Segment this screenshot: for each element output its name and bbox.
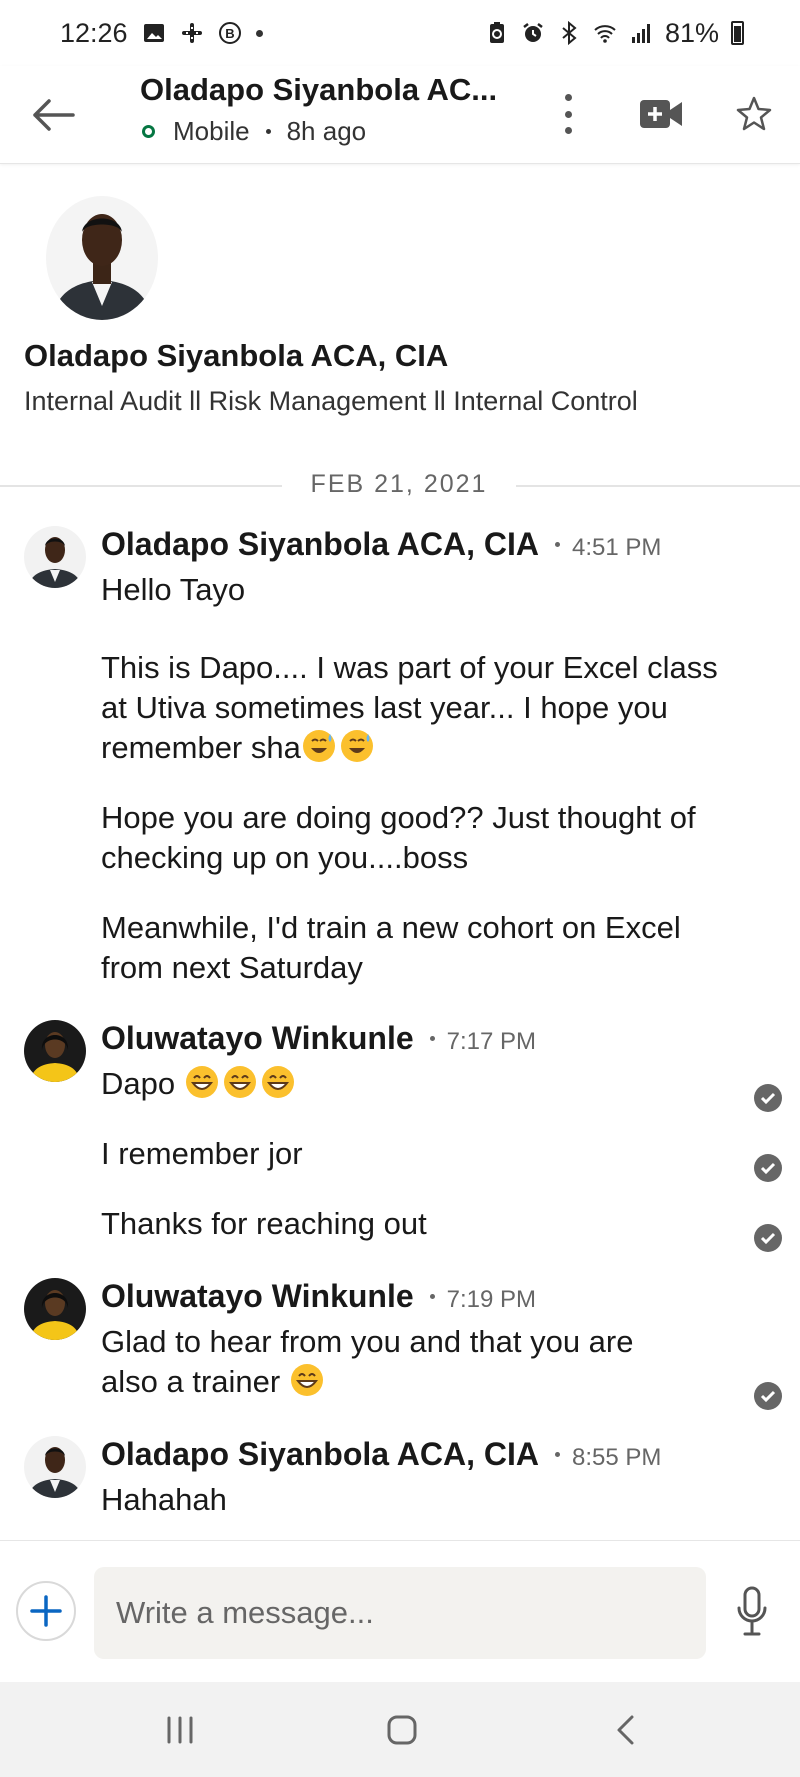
message-text: Dapo bbox=[101, 1064, 741, 1104]
grin-emoji bbox=[290, 1364, 323, 1396]
system-navigation-bar bbox=[0, 1682, 800, 1777]
avatar-person-image bbox=[46, 196, 158, 320]
sweat-smile-emoji bbox=[340, 730, 373, 762]
message-text: Thanks for reaching out bbox=[101, 1206, 427, 1241]
profile-avatar[interactable] bbox=[46, 196, 158, 320]
header-contact-name: Oladapo Siyanbola AC... bbox=[140, 72, 498, 107]
read-check-icon bbox=[754, 1224, 782, 1252]
message-sender: Oluwatayo Winkunle 7:19 PM bbox=[101, 1278, 536, 1315]
message-text-content: This is Dapo.... I was part of your Exce… bbox=[101, 650, 718, 765]
bluetooth-icon bbox=[562, 21, 577, 45]
sender-avatar[interactable] bbox=[24, 1436, 86, 1498]
avatar-person-image bbox=[24, 1278, 86, 1340]
separator-dot bbox=[429, 1294, 435, 1299]
read-check-icon bbox=[754, 1084, 782, 1112]
system-back-icon[interactable] bbox=[612, 1714, 640, 1746]
message-text: Hello Tayo bbox=[101, 572, 246, 607]
sender-avatar[interactable] bbox=[24, 1278, 86, 1340]
back-button[interactable] bbox=[28, 90, 78, 140]
message-group: Oluwatayo Winkunle 7:19 PM Glad to hear … bbox=[0, 1272, 800, 1412]
message-time: 7:17 PM bbox=[446, 1028, 537, 1055]
battery-percent: 81% bbox=[664, 17, 719, 48]
sweat-smile-emoji bbox=[302, 730, 335, 762]
header-contact-info[interactable]: Oladapo Siyanbola AC... Mobile 8h ago bbox=[140, 72, 520, 147]
signal-icon bbox=[631, 24, 650, 43]
message-text: This is Dapo.... I was part of your Exce… bbox=[101, 648, 741, 768]
profile-headline: Internal Audit ll Risk Management ll Int… bbox=[24, 386, 638, 416]
wifi-icon bbox=[594, 25, 616, 43]
message-sender: Oladapo Siyanbola ACA, CIA 8:55 PM bbox=[101, 1436, 661, 1473]
message-group: Oladapo Siyanbola ACA, CIA 4:51 PM Hello… bbox=[0, 520, 800, 990]
message-text: Meanwhile, I'd train a new cohort on Exc… bbox=[101, 910, 681, 985]
message-time: 7:19 PM bbox=[446, 1286, 537, 1313]
battery-saver-icon bbox=[489, 22, 504, 43]
microphone-icon[interactable] bbox=[736, 1585, 768, 1637]
conversation-header: Oladapo Siyanbola AC... Mobile 8h ago bbox=[0, 66, 800, 164]
svg-text:B: B bbox=[225, 26, 234, 41]
avatar-person-image bbox=[24, 1436, 86, 1498]
more-options-button[interactable] bbox=[550, 88, 586, 140]
status-bar: 12:26 B 81% bbox=[0, 0, 800, 66]
date-divider-label: FEB 21, 2021 bbox=[310, 470, 488, 498]
date-divider: FEB 21, 2021 bbox=[0, 468, 800, 504]
message-text: Glad to hear from you and that you are a… bbox=[101, 1322, 691, 1402]
separator-dot bbox=[554, 1452, 560, 1457]
b-badge-icon: B bbox=[218, 22, 241, 44]
header-presence: Mobile 8h ago bbox=[140, 116, 520, 147]
separator-dot bbox=[554, 542, 560, 547]
alarm-icon bbox=[523, 23, 543, 42]
presence-label: Mobile bbox=[173, 116, 250, 146]
message-composer bbox=[0, 1540, 800, 1682]
slack-icon bbox=[181, 23, 202, 43]
last-seen-label: 8h ago bbox=[286, 116, 367, 146]
gallery-icon bbox=[143, 24, 164, 42]
message-group: Oluwatayo Winkunle 7:17 PM Dapo I rememb… bbox=[0, 1014, 800, 1254]
message-text: Hahahah bbox=[101, 1482, 227, 1517]
message-text-content: Glad to hear from you and that you are a… bbox=[101, 1324, 634, 1399]
profile-name[interactable]: Oladapo Siyanbola ACA, CIA bbox=[24, 338, 448, 374]
message-input[interactable] bbox=[94, 1567, 706, 1659]
online-status-icon bbox=[142, 125, 155, 138]
back-arrow-icon bbox=[33, 99, 75, 131]
avatar-person-image bbox=[24, 526, 86, 588]
avatar-person-image bbox=[24, 1020, 86, 1082]
sender-name[interactable]: Oluwatayo Winkunle bbox=[101, 1020, 414, 1057]
message-group: Oladapo Siyanbola ACA, CIA 8:55 PM Hahah… bbox=[0, 1430, 800, 1530]
message-text-content: Dapo bbox=[101, 1066, 176, 1101]
separator-dot bbox=[265, 129, 271, 134]
separator-dot bbox=[429, 1036, 435, 1041]
battery-icon bbox=[731, 21, 744, 45]
sender-avatar[interactable] bbox=[24, 1020, 86, 1082]
sender-avatar[interactable] bbox=[24, 526, 86, 588]
attach-button[interactable] bbox=[16, 1581, 76, 1641]
grin-emoji bbox=[261, 1066, 294, 1098]
status-time: 12:26 bbox=[60, 17, 128, 48]
star-icon[interactable] bbox=[734, 94, 774, 134]
grin-emoji bbox=[223, 1066, 256, 1098]
video-call-icon[interactable] bbox=[638, 96, 684, 132]
divider-line-left bbox=[0, 485, 282, 487]
home-icon[interactable] bbox=[386, 1714, 418, 1746]
message-text: Hope you are doing good?? Just thought o… bbox=[101, 800, 696, 875]
grin-emoji bbox=[185, 1066, 218, 1098]
sender-name[interactable]: Oladapo Siyanbola ACA, CIA bbox=[101, 1436, 539, 1473]
sender-name[interactable]: Oladapo Siyanbola ACA, CIA bbox=[101, 526, 539, 563]
read-check-icon bbox=[754, 1154, 782, 1182]
read-check-icon bbox=[754, 1382, 782, 1410]
add-icon bbox=[30, 1595, 62, 1627]
message-sender: Oluwatayo Winkunle 7:17 PM bbox=[101, 1020, 536, 1057]
sender-name[interactable]: Oluwatayo Winkunle bbox=[101, 1278, 414, 1315]
recent-apps-icon[interactable] bbox=[164, 1716, 196, 1744]
notification-dot bbox=[255, 29, 263, 37]
message-text: I remember jor bbox=[101, 1136, 303, 1171]
message-time: 4:51 PM bbox=[571, 534, 662, 561]
message-sender: Oladapo Siyanbola ACA, CIA 4:51 PM bbox=[101, 526, 661, 563]
divider-line-right bbox=[516, 485, 800, 487]
message-time: 8:55 PM bbox=[571, 1444, 662, 1471]
